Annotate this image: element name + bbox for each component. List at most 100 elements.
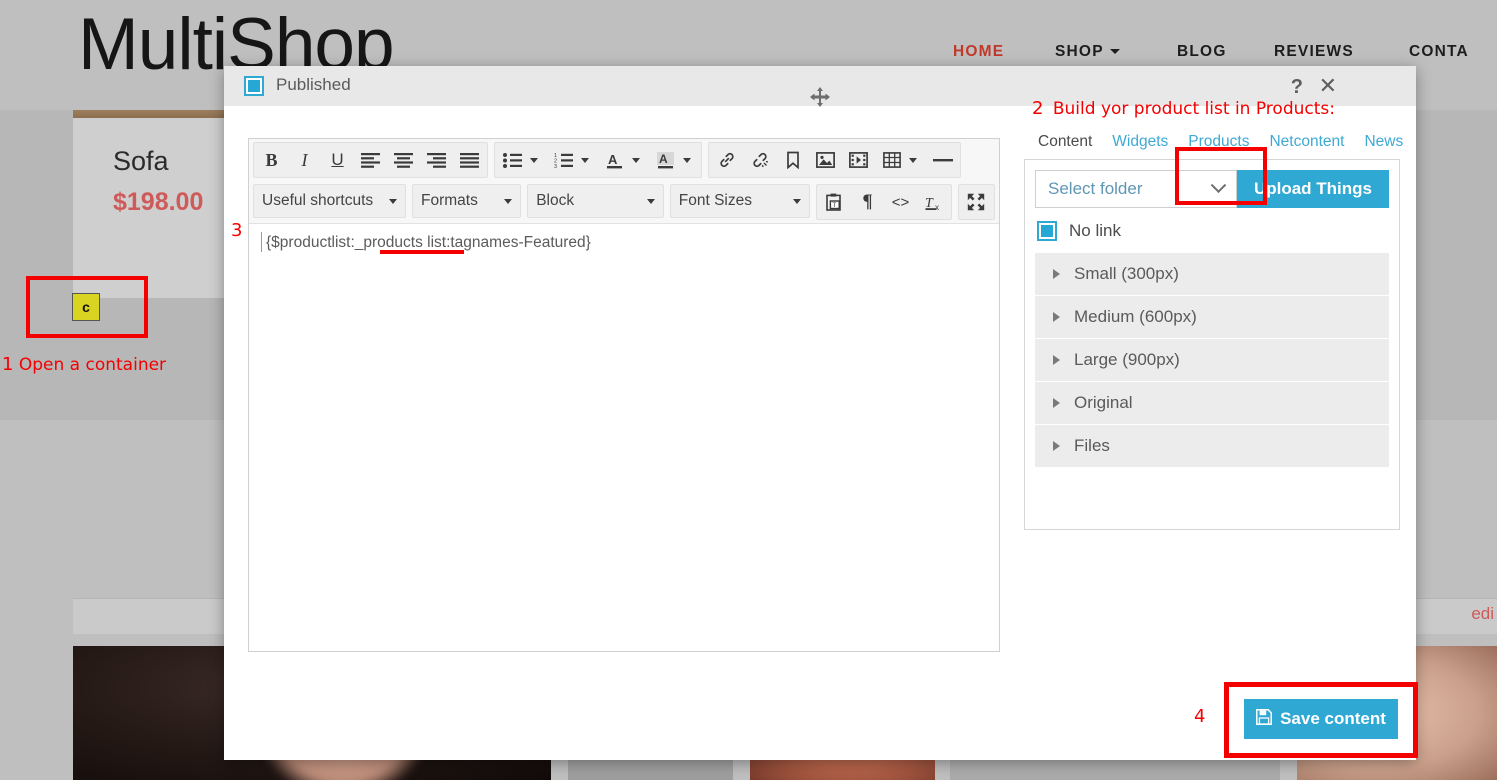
font-sizes-label: Font Sizes <box>678 192 752 209</box>
toolbar-row-1: B I U 1 2 3 A A <box>253 142 995 178</box>
container-chip[interactable]: c <box>72 293 100 321</box>
toolbar-group-formatting: B I U <box>253 142 488 178</box>
italic-button[interactable]: I <box>288 144 321 176</box>
annotation-step-2: 2 Build yor product list in Products: <box>1032 98 1335 119</box>
tab-content[interactable]: Content <box>1028 127 1102 159</box>
horizontal-rule-icon[interactable] <box>926 144 959 176</box>
paste-text-icon[interactable]: T <box>818 186 851 218</box>
nav-item-contact[interactable]: CONTA <box>1409 43 1469 61</box>
asset-panel-tabs: Content Widgets Products Netcontent News <box>1024 126 1403 160</box>
accordion-item-label: Small (300px) <box>1074 264 1179 283</box>
accordion-item-original[interactable]: Original <box>1035 382 1389 425</box>
align-center-icon[interactable] <box>387 144 420 176</box>
svg-text:A: A <box>659 152 668 166</box>
background-color-icon[interactable]: A <box>649 144 682 176</box>
accordion-item-label: Large (900px) <box>1074 350 1180 369</box>
tab-widgets[interactable]: Widgets <box>1102 127 1178 159</box>
align-justify-icon[interactable] <box>453 144 486 176</box>
nav-item-blog[interactable]: BLOG <box>1177 43 1227 61</box>
chevron-down-icon <box>504 198 513 204</box>
chevron-down-icon <box>792 198 801 204</box>
toolbar-row-2: Useful shortcuts Formats Block Font Size… <box>253 184 995 220</box>
annotation-step-1-number: 1 <box>2 354 14 375</box>
align-left-icon[interactable] <box>354 144 387 176</box>
chevron-right-icon <box>1053 269 1060 279</box>
select-folder-label: Select folder <box>1048 179 1143 198</box>
nav-item-shop[interactable]: SHOP <box>1055 43 1120 61</box>
help-icon[interactable]: ? <box>1291 77 1303 97</box>
tab-netcontent[interactable]: Netcontent <box>1259 127 1354 159</box>
clear-formatting-icon[interactable]: Tx <box>917 186 950 218</box>
svg-text:T: T <box>832 202 836 209</box>
fullscreen-icon[interactable] <box>960 186 993 218</box>
text-color-caret-icon[interactable] <box>632 157 640 163</box>
media-icon[interactable] <box>842 144 875 176</box>
svg-text:3: 3 <box>554 164 557 168</box>
asset-panel-body: Select folder Upload Things No link Smal… <box>1024 160 1400 530</box>
content-editor-dialog: Published ? ✕ B I U 1 2 3 A A Useful sho… <box>224 66 1418 760</box>
background-color-caret-icon[interactable] <box>683 157 691 163</box>
accordion-item-large[interactable]: Large (900px) <box>1035 339 1389 382</box>
chevron-down-icon <box>646 198 655 204</box>
font-sizes-dropdown[interactable]: Font Sizes <box>669 184 810 218</box>
table-icon[interactable] <box>875 144 908 176</box>
chevron-down-icon <box>1210 176 1227 193</box>
toolbar-group-tools: T ¶ <> Tx <box>815 184 952 220</box>
source-code-icon[interactable]: <> <box>884 186 917 218</box>
block-dropdown[interactable]: Block <box>527 184 664 218</box>
bold-button[interactable]: B <box>255 144 288 176</box>
formats-label: Formats <box>420 192 478 209</box>
numbered-list-caret-icon[interactable] <box>581 157 589 163</box>
bullet-list-caret-icon[interactable] <box>530 157 538 163</box>
nav-item-home[interactable]: HOME <box>953 43 1004 61</box>
nav-item-reviews[interactable]: REVIEWS <box>1274 43 1354 61</box>
bullet-list-icon[interactable] <box>496 144 529 176</box>
product-card-title: Sofa <box>113 146 169 176</box>
accordion-item-label: Medium (600px) <box>1074 307 1197 326</box>
move-handle-icon[interactable] <box>809 86 831 108</box>
editor-content-text: {$productlist:_products list:tagnames-Fe… <box>266 234 591 251</box>
save-content-button[interactable]: Save content <box>1244 699 1398 739</box>
annotation-step-2-text: Build yor product list in Products: <box>1052 99 1335 119</box>
size-accordion: Small (300px) Medium (600px) Large (900p… <box>1035 253 1389 468</box>
edit-link[interactable]: edi <box>1471 604 1494 624</box>
chevron-right-icon <box>1053 312 1060 322</box>
table-caret-icon[interactable] <box>909 157 917 163</box>
published-checkbox[interactable] <box>244 76 264 96</box>
folder-toolbar: Select folder Upload Things <box>1035 170 1389 208</box>
text-color-icon[interactable]: A <box>598 144 631 176</box>
underline-button[interactable]: U <box>321 144 354 176</box>
floppy-disk-icon <box>1256 708 1273 730</box>
no-link-option[interactable]: No link <box>1035 221 1389 241</box>
toolbar-group-fullscreen <box>957 184 995 220</box>
svg-text:A: A <box>608 152 618 167</box>
text-cursor <box>261 232 262 252</box>
upload-things-button[interactable]: Upload Things <box>1236 170 1389 208</box>
accordion-item-small[interactable]: Small (300px) <box>1035 253 1389 296</box>
block-label: Block <box>536 192 575 209</box>
link-icon[interactable] <box>710 144 743 176</box>
accordion-item-medium[interactable]: Medium (600px) <box>1035 296 1389 339</box>
numbered-list-icon[interactable]: 123 <box>547 144 580 176</box>
annotation-step-3-number: 3 <box>231 220 243 241</box>
annotation-step-1: 1 Open a container <box>2 354 166 375</box>
image-icon[interactable] <box>809 144 842 176</box>
tab-products[interactable]: Products <box>1178 127 1259 159</box>
select-folder-dropdown[interactable]: Select folder <box>1035 170 1237 208</box>
unlink-icon[interactable] <box>743 144 776 176</box>
align-right-icon[interactable] <box>420 144 453 176</box>
save-content-label: Save content <box>1280 709 1386 728</box>
tab-news[interactable]: News <box>1354 127 1413 159</box>
chevron-right-icon <box>1053 441 1060 451</box>
close-icon[interactable]: ✕ <box>1319 75 1337 97</box>
useful-shortcuts-label: Useful shortcuts <box>262 192 374 209</box>
editor-content-area[interactable]: 3 {$productlist:_products list:tagnames-… <box>231 220 999 638</box>
accordion-item-files[interactable]: Files <box>1035 425 1389 468</box>
chevron-right-icon <box>1053 398 1060 408</box>
no-link-checkbox[interactable] <box>1037 221 1057 241</box>
useful-shortcuts-dropdown[interactable]: Useful shortcuts <box>253 184 406 218</box>
paragraph-mark-icon[interactable]: ¶ <box>851 186 884 218</box>
bookmark-icon[interactable] <box>776 144 809 176</box>
chevron-right-icon <box>1053 355 1060 365</box>
formats-dropdown[interactable]: Formats <box>411 184 522 218</box>
